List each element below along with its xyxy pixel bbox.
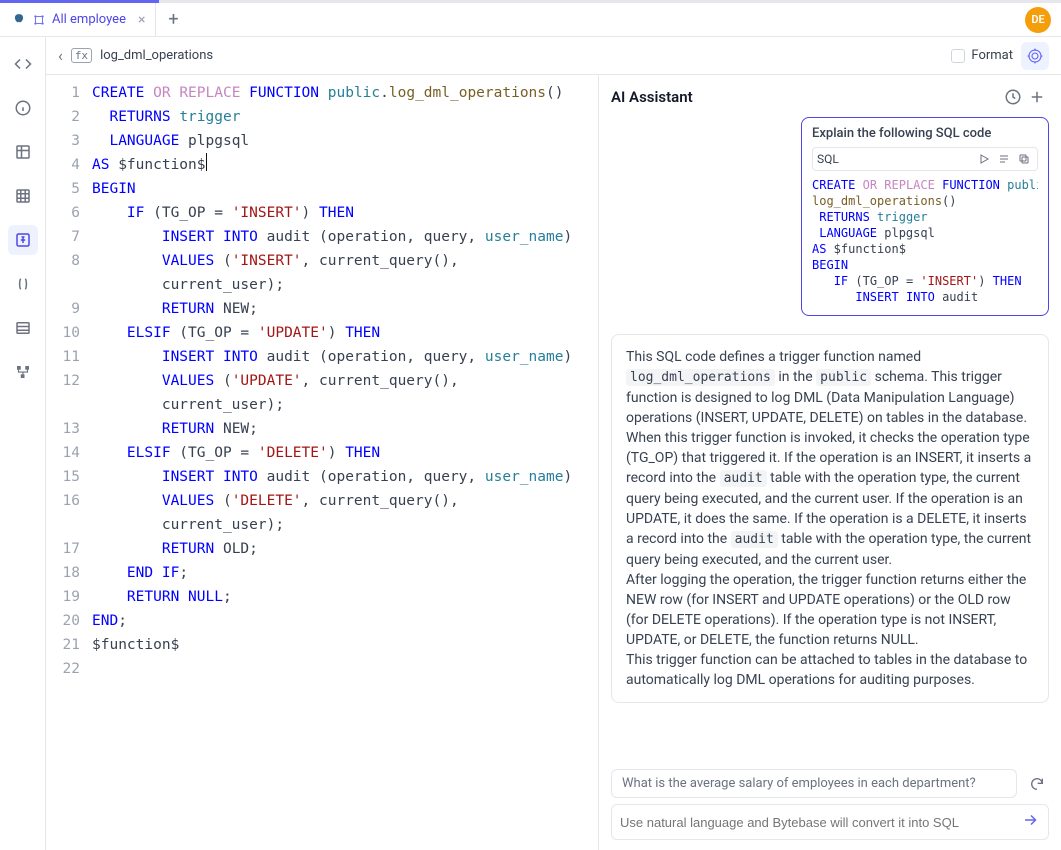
format-label: Format — [971, 48, 1013, 63]
grid-icon[interactable] — [8, 181, 38, 211]
breadcrumb-name: log_dml_operations — [100, 48, 213, 63]
breadcrumb: ‹ fx log_dml_operations Format — [46, 37, 1061, 75]
function-badge-icon: fx — [71, 48, 92, 63]
format-toggle[interactable]: Format — [951, 48, 1013, 63]
tab-all-employee[interactable]: All employee × — [2, 3, 156, 36]
avatar[interactable]: DE — [1025, 7, 1051, 33]
checkbox-icon — [951, 49, 965, 63]
run-icon[interactable] — [975, 150, 993, 168]
ai-title: AI Assistant — [611, 88, 693, 106]
prompt-code-preview: CREATE OR REPLACE FUNCTION public.log_dm… — [812, 177, 1038, 305]
tab-label: All employee — [52, 12, 126, 27]
parens-icon[interactable] — [8, 269, 38, 299]
postgres-icon — [12, 13, 26, 27]
ai-input-box[interactable] — [611, 804, 1049, 840]
schema-icon — [32, 13, 46, 27]
left-rail — [0, 37, 46, 850]
code-icon[interactable] — [8, 49, 38, 79]
prompt-lang-row: SQL — [812, 147, 1038, 171]
suggestion-chip[interactable]: What is the average salary of employees … — [611, 769, 1017, 798]
flow-icon[interactable] — [8, 357, 38, 387]
line-gutter: 12345678910111213141516171819202122 — [46, 75, 90, 850]
code-body[interactable]: CREATE OR REPLACE FUNCTION public.log_dm… — [90, 75, 580, 850]
close-icon[interactable]: × — [138, 12, 145, 28]
prompt-title: Explain the following SQL code — [812, 126, 1038, 141]
new-chat-icon[interactable] — [1025, 85, 1049, 109]
refresh-icon[interactable] — [1025, 772, 1049, 796]
copy-icon[interactable] — [1015, 150, 1033, 168]
back-icon[interactable]: ‹ — [58, 46, 63, 65]
prompt-lang: SQL — [817, 152, 839, 166]
history-icon[interactable] — [1001, 85, 1025, 109]
code-editor[interactable]: 12345678910111213141516171819202122 CREA… — [46, 75, 599, 850]
function-icon[interactable] — [8, 225, 38, 255]
user-prompt-card: Explain the following SQL code SQL CREAT… — [801, 117, 1049, 316]
table-icon[interactable] — [8, 137, 38, 167]
tabs-row: All employee × + DE — [0, 3, 1061, 37]
send-icon[interactable] — [1022, 811, 1040, 833]
ai-input[interactable] — [620, 815, 1022, 830]
ai-answer: This SQL code defines a trigger function… — [611, 334, 1049, 703]
ai-assistant-toggle[interactable] — [1021, 42, 1049, 70]
info-icon[interactable] — [8, 93, 38, 123]
ai-assistant-panel: AI Assistant Explain the following SQL c… — [599, 75, 1061, 850]
list-icon[interactable] — [995, 150, 1013, 168]
add-tab-button[interactable]: + — [156, 3, 190, 37]
rows-icon[interactable] — [8, 313, 38, 343]
